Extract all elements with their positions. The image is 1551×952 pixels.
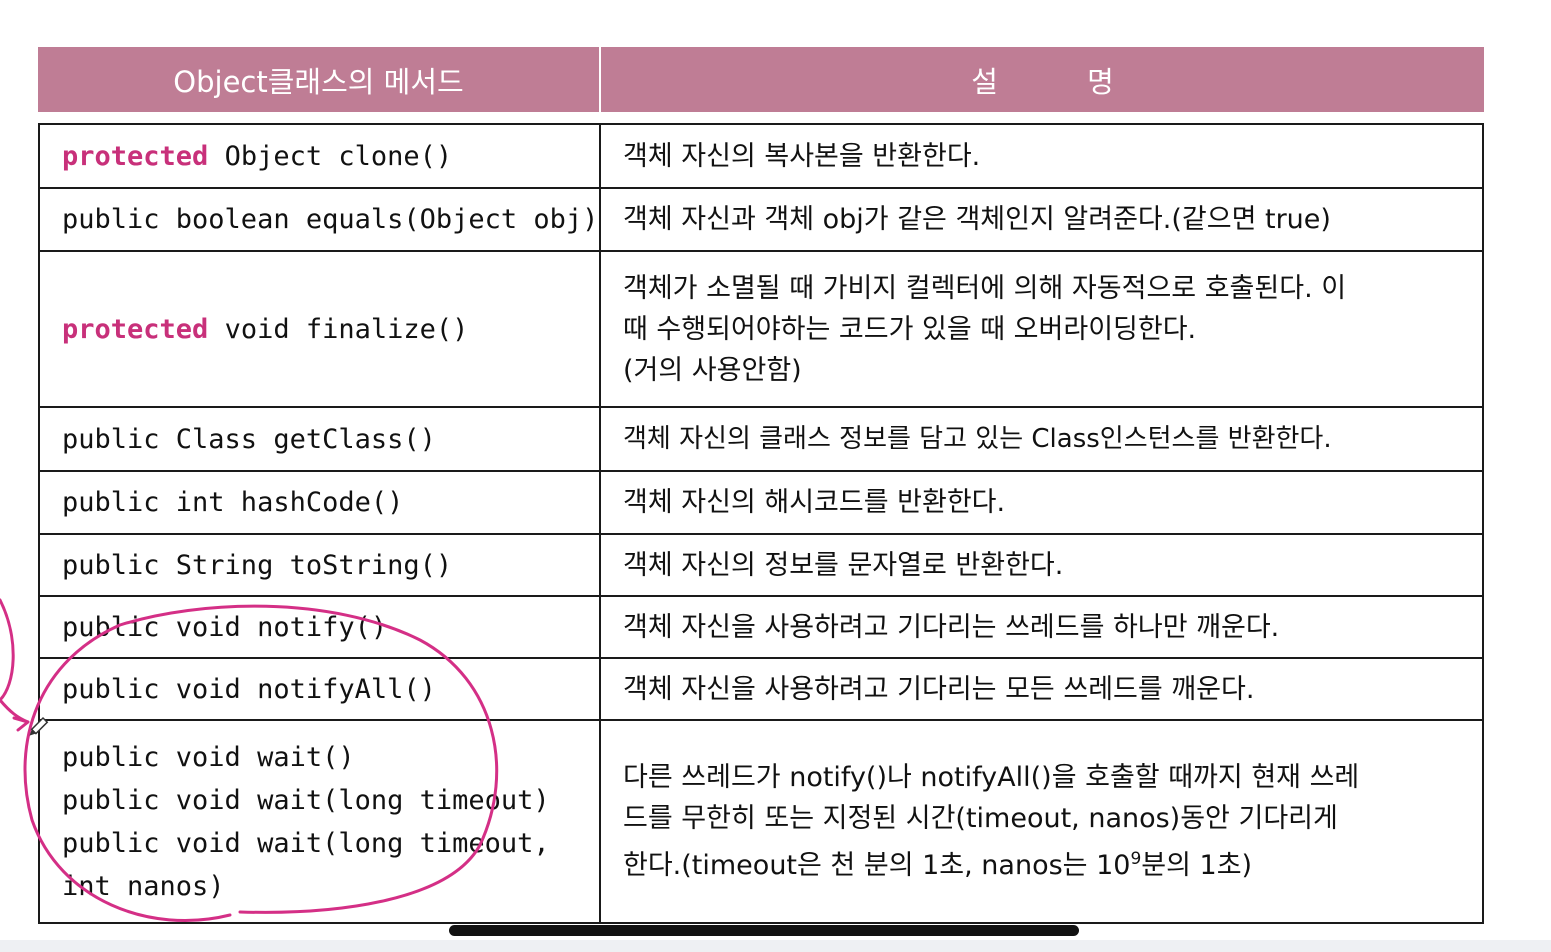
header-method: Object클래스의 메서드 (38, 47, 601, 112)
method-signature: public int hashCode() (62, 487, 404, 518)
method-signature: public Class getClass() (62, 423, 436, 455)
header-description: 설 명 (971, 64, 1114, 99)
method-cell: public void notifyAll() (38, 659, 601, 719)
method-description: 객체 자신을 사용하려고 기다리는 모든 쓰레드를 깨운다. (623, 673, 1255, 705)
method-cell: public Class getClass() (38, 408, 601, 470)
method-signature: void finalize() (208, 313, 469, 345)
method-cell: public int hashCode() (38, 472, 601, 533)
description-cell: 객체 자신을 사용하려고 기다리는 쓰레드를 하나만 깨운다. (601, 597, 1484, 657)
method-signature: Object clone() (208, 140, 453, 172)
method-description: 객체 자신을 사용하려고 기다리는 쓰레드를 하나만 깨운다. (623, 611, 1280, 643)
home-indicator-bar[interactable] (449, 925, 1079, 936)
description-text: 한다.(timeout은 천 분의 1초, nanos는 10 (623, 850, 1131, 881)
methods-table: protected Object clone() 객체 자신의 복사본을 반환한… (38, 123, 1484, 924)
description-line: 다른 쓰레드가 notify()나 notifyAll()을 호출할 때까지 현… (623, 762, 1360, 793)
table-row: protected Object clone() 객체 자신의 복사본을 반환한… (38, 125, 1484, 187)
method-signature: public String toString() (62, 549, 453, 581)
method-description: 객체 자신과 객체 obj가 같은 객체인지 알려준다.(같으면 true) (623, 204, 1331, 235)
description-line: 한다.(timeout은 천 분의 1초, nanos는 109분의 1초) (623, 839, 1462, 886)
method-cell: protected Object clone() (38, 125, 601, 187)
table-row: public int hashCode() 객체 자신의 해시코드를 반환한다. (38, 470, 1484, 533)
table-row: public String toString() 객체 자신의 정보를 문자열로… (38, 533, 1484, 595)
method-signature: public boolean equals(Object obj) (62, 204, 599, 235)
description-cell: 객체 자신의 클래스 정보를 담고 있는 Class인스턴스를 반환한다. (601, 408, 1484, 470)
method-description: 객체 자신의 복사본을 반환한다. (623, 140, 981, 172)
description-cell: 객체가 소멸될 때 가비지 컬렉터에 의해 자동적으로 호출된다. 이 때 수행… (601, 252, 1484, 406)
table-row: public void notifyAll() 객체 자신을 사용하려고 기다리… (38, 657, 1484, 719)
method-description: 객체 자신의 정보를 문자열로 반환한다. (623, 549, 1064, 581)
table-row: public boolean equals(Object obj) 객체 자신과… (38, 187, 1484, 250)
method-cell: public boolean equals(Object obj) (38, 189, 601, 250)
annotation-arrow (0, 598, 30, 732)
method-signature: public void wait(long timeout) (62, 784, 550, 816)
description-line: 객체가 소멸될 때 가비지 컬렉터에 의해 자동적으로 호출된다. 이 (623, 272, 1347, 304)
description-cell: 객체 자신의 정보를 문자열로 반환한다. (601, 535, 1484, 595)
bottom-strip (0, 940, 1551, 952)
method-signature: public void wait() (62, 741, 355, 773)
description-cell: 객체 자신과 객체 obj가 같은 객체인지 알려준다.(같으면 true) (601, 189, 1484, 250)
description-text: 분의 1초) (1141, 850, 1253, 881)
method-signature: public void wait(long timeout, (62, 827, 550, 859)
method-signature: int nanos) (62, 870, 225, 902)
method-cell: public void notify() (38, 597, 601, 657)
table-row: public Class getClass() 객체 자신의 클래스 정보를 담… (38, 406, 1484, 470)
method-description: 객체 자신의 클래스 정보를 담고 있는 Class인스턴스를 반환한다. (623, 423, 1332, 454)
table-header: Object클래스의 메서드 설 명 (38, 47, 1484, 112)
method-signature: public void notifyAll() (62, 673, 436, 705)
keyword-protected: protected (62, 313, 209, 345)
method-cell: public String toString() (38, 535, 601, 595)
description-line: 드를 무한히 또는 지정된 시간(timeout, nanos)동안 기다리게 (623, 803, 1338, 834)
method-signature: public void notify() (62, 611, 388, 643)
table-row: public void wait() public void wait(long… (38, 719, 1484, 922)
table-row: public void notify() 객체 자신을 사용하려고 기다리는 쓰… (38, 595, 1484, 657)
superscript-exponent: 9 (1130, 849, 1142, 869)
description-line: (거의 사용안함) (623, 354, 802, 386)
table-row: protected void finalize() 객체가 소멸될 때 가비지 … (38, 250, 1484, 406)
method-description: 객체 자신의 해시코드를 반환한다. (623, 487, 1006, 518)
description-cell: 객체 자신의 복사본을 반환한다. (601, 125, 1484, 187)
description-cell: 객체 자신의 해시코드를 반환한다. (601, 472, 1484, 533)
method-cell: public void wait() public void wait(long… (38, 721, 601, 922)
keyword-protected: protected (62, 140, 209, 172)
method-cell: protected void finalize() (38, 252, 601, 406)
description-cell: 객체 자신을 사용하려고 기다리는 모든 쓰레드를 깨운다. (601, 659, 1484, 719)
description-cell: 다른 쓰레드가 notify()나 notifyAll()을 호출할 때까지 현… (601, 721, 1484, 922)
description-line: 때 수행되어야하는 코드가 있을 때 오버라이딩한다. (623, 313, 1197, 345)
